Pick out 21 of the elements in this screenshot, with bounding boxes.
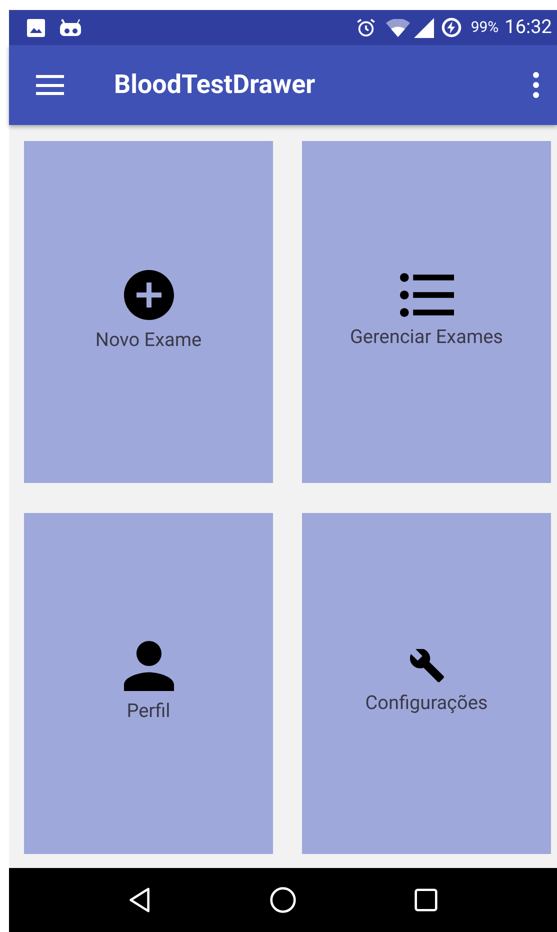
battery-percent: 99%: [470, 17, 499, 38]
menu-tile[interactable]: Perfil: [24, 512, 273, 854]
image-icon: [26, 18, 46, 38]
menu-tile[interactable]: Configurações: [302, 512, 551, 854]
person-icon: [124, 641, 174, 691]
wifi-icon: [386, 18, 410, 36]
menu-tile[interactable]: Novo Exame: [24, 141, 273, 482]
wrench-icon: [410, 649, 444, 683]
menu-tile[interactable]: Gerenciar Exames: [302, 141, 551, 482]
recents-icon[interactable]: [414, 888, 438, 912]
menu-icon[interactable]: [36, 75, 64, 95]
back-icon[interactable]: [128, 886, 152, 914]
robot-face-icon: [60, 18, 82, 36]
signal-icon: [414, 18, 434, 38]
more-options-icon[interactable]: [533, 72, 539, 98]
clock-time: 16:32: [504, 14, 552, 40]
list-icon: [400, 272, 454, 316]
alarm-icon: [356, 18, 376, 38]
app-title: BloodTestDrawer: [114, 68, 316, 102]
home-icon[interactable]: [268, 886, 297, 914]
battery-charging-icon: [440, 17, 462, 38]
